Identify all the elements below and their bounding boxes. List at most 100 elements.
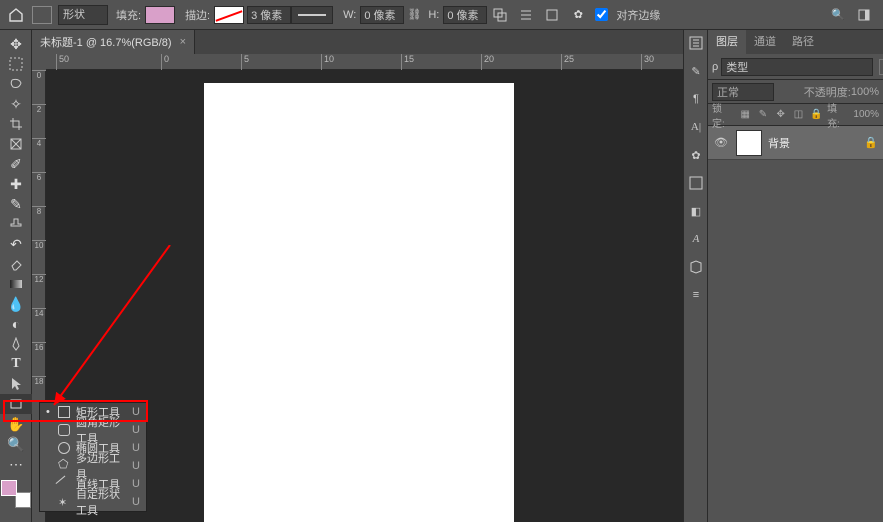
gradient-tool[interactable]	[0, 274, 32, 294]
fill-swatch[interactable]	[145, 6, 175, 24]
workspace-icon[interactable]	[853, 4, 875, 26]
document-tab[interactable]: 未标题-1 @ 16.7%(RGB/8) ×	[32, 30, 195, 54]
lock-label: 锁定:	[712, 100, 734, 130]
lock-all-icon[interactable]: 🔒	[809, 108, 823, 122]
tab-channels[interactable]: 通道	[746, 30, 784, 54]
eyedropper-tool[interactable]: ✐	[0, 154, 32, 174]
polygon-tool-item[interactable]: 多边形工具 U	[40, 457, 146, 475]
paragraph-panel-icon[interactable]: ¶	[684, 86, 708, 112]
rounded-rect-icon	[58, 424, 70, 436]
lasso-tool[interactable]	[0, 74, 32, 94]
rounded-rect-tool-item[interactable]: 圆角矩形工具 U	[40, 421, 146, 439]
adjustments-panel-icon[interactable]: ◧	[684, 198, 708, 224]
home-icon[interactable]	[6, 5, 26, 25]
close-icon[interactable]: ×	[180, 36, 186, 48]
type-tool[interactable]: T	[0, 354, 32, 374]
document-title: 未标题-1 @ 16.7%(RGB/8)	[40, 34, 172, 50]
selected-dot: •	[46, 406, 52, 418]
brush-panel-icon[interactable]: ✎	[684, 58, 708, 84]
info-panel-icon[interactable]: ≡	[684, 282, 708, 308]
search-icon[interactable]: 🔍	[827, 4, 849, 26]
marquee-tool[interactable]	[0, 54, 32, 74]
blend-mode-select[interactable]: 正常	[712, 83, 774, 101]
brush-tool[interactable]: ✎	[0, 194, 32, 214]
rectangle-icon	[58, 406, 70, 418]
layer-list: 👁 背景 🔒	[708, 126, 883, 160]
path-select-tool[interactable]	[0, 374, 32, 394]
link-wh-icon[interactable]: ⛓	[407, 8, 421, 21]
lock-pixels-icon[interactable]: ▦	[738, 108, 752, 122]
align-edges-checkbox[interactable]	[595, 8, 608, 21]
horizontal-ruler: 50 0 5 10 15 20 25 30	[46, 54, 683, 70]
align-edges-label: 对齐边缘	[616, 7, 660, 23]
pen-tool[interactable]	[0, 334, 32, 354]
move-tool[interactable]: ✥	[0, 34, 32, 54]
shortcut: U	[132, 406, 140, 418]
shape-mode-select[interactable]: 形状	[58, 5, 108, 25]
options-bar: 形状 填充: 描边: W: ⛓ H: ✿ 对齐边缘 🔍	[0, 0, 883, 30]
custom-shape-tool-item[interactable]: 自定形状工具 U	[40, 493, 146, 511]
stroke-width-field[interactable]	[247, 6, 291, 24]
background-color[interactable]	[15, 492, 31, 508]
polygon-icon	[58, 460, 70, 472]
layer-name[interactable]: 背景	[768, 135, 863, 151]
search-icon: ρ	[712, 61, 718, 73]
blur-tool[interactable]: 💧	[0, 294, 32, 314]
fill-label: 填充:	[827, 100, 849, 130]
filter-pixel-icon[interactable]: ▪	[879, 59, 883, 75]
styles-panel-icon[interactable]: A	[684, 226, 708, 252]
stamp-tool[interactable]	[0, 214, 32, 234]
layer-row[interactable]: 👁 背景 🔒	[708, 126, 883, 160]
foreground-color[interactable]	[1, 480, 17, 496]
tools-panel: ✥ ✧ ✐ ✚ ✎ ↶ 💧 ◐ T ✋ 🔍 ⋯	[0, 30, 32, 522]
zoom-tool[interactable]: 🔍	[0, 434, 32, 454]
hand-tool[interactable]: ✋	[0, 414, 32, 434]
ellipse-icon	[58, 442, 70, 454]
path-ops-icon[interactable]	[489, 4, 511, 26]
lock-position-icon[interactable]: ✎	[756, 108, 770, 122]
lock-icon[interactable]: 🔒	[863, 136, 879, 149]
arrange-icon[interactable]	[541, 4, 563, 26]
lock-nested-icon[interactable]: ◫	[792, 108, 806, 122]
layer-thumbnail[interactable]	[736, 130, 762, 156]
dodge-tool[interactable]: ◐	[0, 314, 32, 334]
history-panel-icon[interactable]	[684, 30, 708, 56]
layers-panel: 图层 通道 路径 ρ ▪ ◐ T ▢ ◫ 正常 不透明度: 100% 锁定: ▦…	[707, 30, 883, 522]
panel-tabs: 图层 通道 路径	[708, 30, 883, 54]
fill-value[interactable]: 100%	[853, 109, 879, 120]
fill-label: 填充:	[116, 7, 141, 23]
character-panel-icon[interactable]: A|	[684, 114, 708, 140]
align-icon[interactable]	[515, 4, 537, 26]
eraser-tool[interactable]	[0, 254, 32, 274]
stroke-style-select[interactable]	[291, 6, 333, 24]
height-field[interactable]	[443, 6, 487, 24]
lock-artboard-icon[interactable]: ✥	[774, 108, 788, 122]
stroke-swatch[interactable]	[214, 6, 244, 24]
properties-panel-icon[interactable]	[684, 170, 708, 196]
frame-tool[interactable]	[0, 134, 32, 154]
tab-paths[interactable]: 路径	[784, 30, 822, 54]
edit-toolbar[interactable]: ⋯	[0, 454, 32, 474]
ruler-tick: 50	[56, 54, 69, 70]
heal-tool[interactable]: ✚	[0, 174, 32, 194]
line-icon	[56, 476, 73, 493]
layer-filter-input[interactable]	[721, 58, 873, 76]
visibility-icon[interactable]: 👁	[712, 136, 730, 149]
color-swatches[interactable]	[1, 480, 31, 508]
tab-layers[interactable]: 图层	[708, 30, 746, 54]
gear-icon[interactable]: ✿	[567, 4, 589, 26]
lock-row: 锁定: ▦ ✎ ✥ ◫ 🔒 填充: 100%	[708, 104, 883, 126]
collapsed-panels: ✎ ¶ A| ✿ ◧ A ≡	[683, 30, 707, 522]
document-page[interactable]	[204, 83, 514, 522]
opacity-value[interactable]: 100%	[851, 86, 879, 98]
height-label: H:	[428, 9, 439, 21]
crop-tool[interactable]	[0, 114, 32, 134]
wand-tool[interactable]: ✧	[0, 94, 32, 114]
glyphs-panel-icon[interactable]: ✿	[684, 142, 708, 168]
width-field[interactable]	[360, 6, 404, 24]
shape-tool[interactable]	[0, 394, 32, 414]
tool-preset-swatch[interactable]	[32, 6, 52, 24]
opacity-label: 不透明度:	[804, 84, 851, 100]
history-brush-tool[interactable]: ↶	[0, 234, 32, 254]
libraries-panel-icon[interactable]	[684, 254, 708, 280]
